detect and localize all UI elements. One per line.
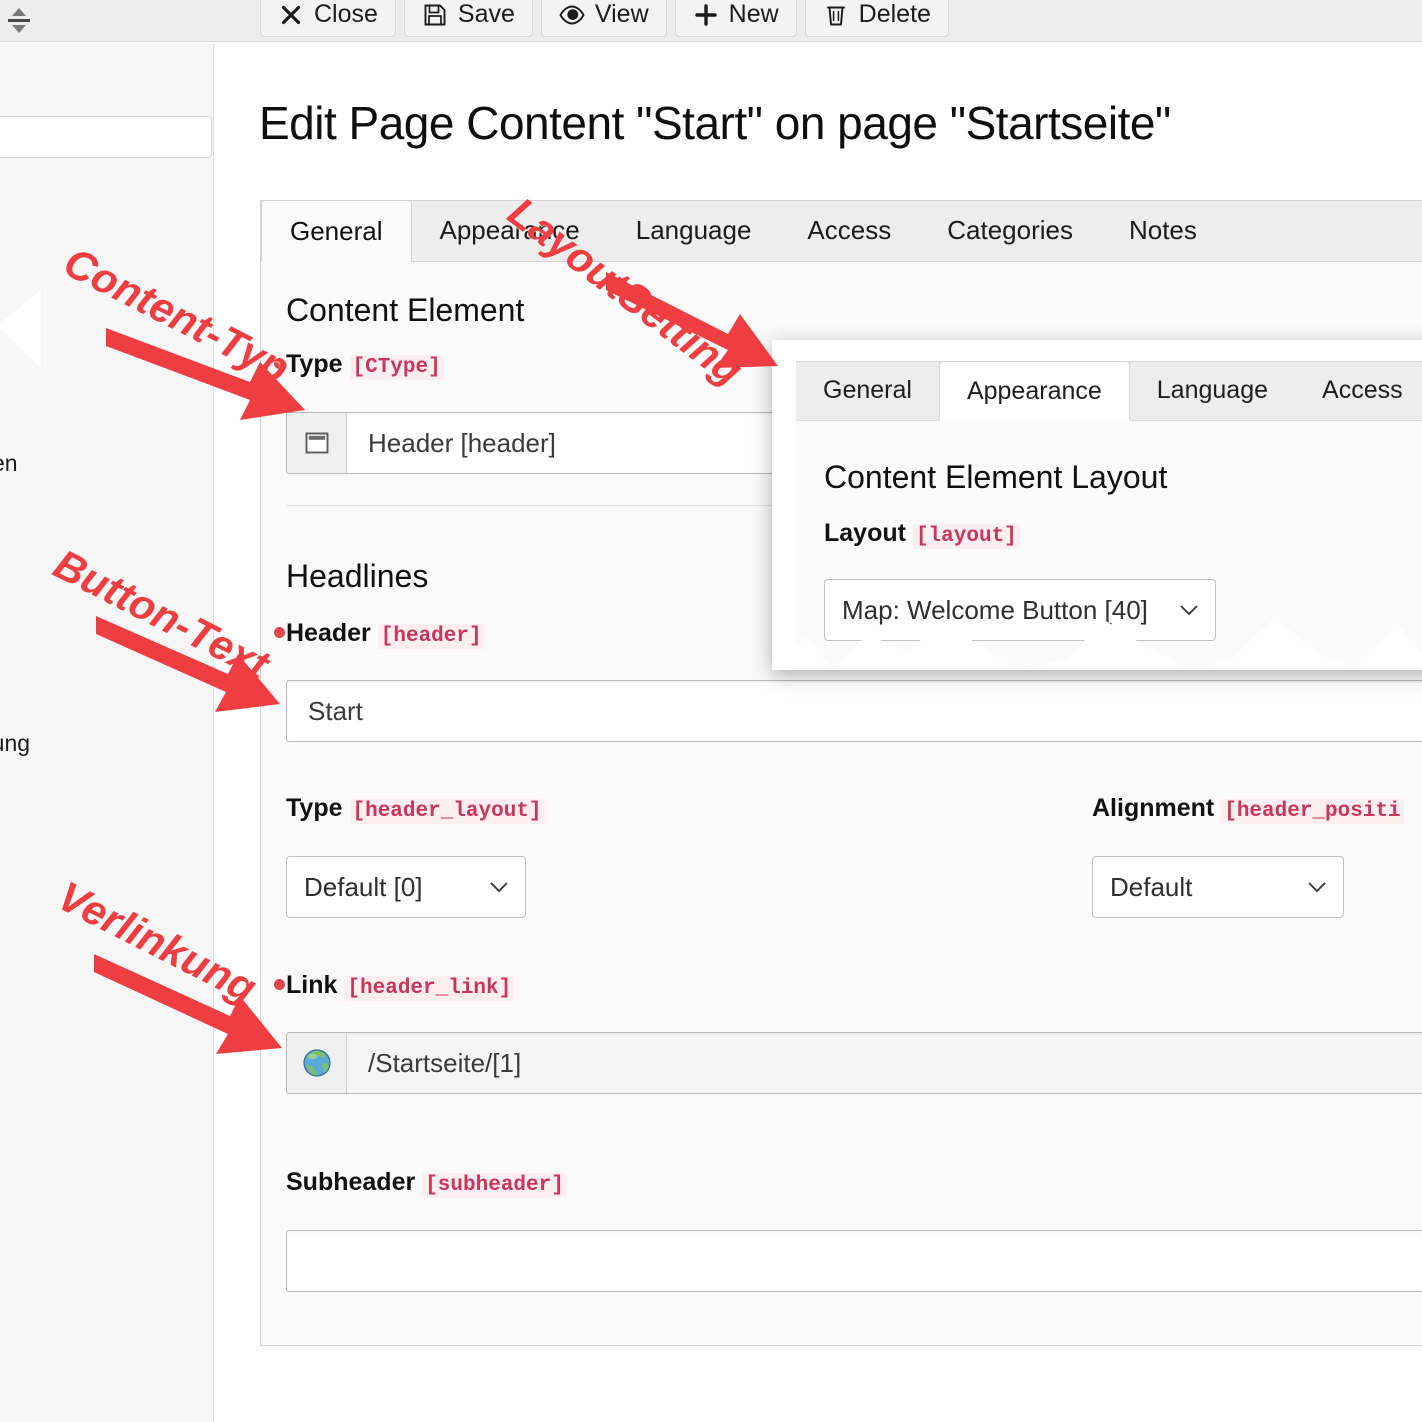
trash-icon xyxy=(823,2,849,28)
field-label-ctype: Type [CType] xyxy=(286,350,444,380)
save-icon xyxy=(422,2,448,28)
field-label-subheader: Subheader [subheader] xyxy=(286,1168,567,1198)
callout-appearance-panel: General Appearance Language Access Conte… xyxy=(772,340,1422,670)
tab-language-label: Language xyxy=(635,214,752,245)
required-indicator-ctype xyxy=(274,358,285,369)
tab-language[interactable]: Language xyxy=(608,199,780,261)
delete-button-label: Delete xyxy=(858,0,931,28)
field-label-header-layout-text: Type xyxy=(286,794,343,822)
toolbar-button-group: Close Save View New Delete xyxy=(260,0,949,37)
view-button[interactable]: View xyxy=(540,0,667,37)
page-title: Edit Page Content "Start" on page "Start… xyxy=(259,97,1171,149)
required-indicator-header xyxy=(274,627,285,638)
header-layout-select[interactable]: Default [0] xyxy=(286,856,526,918)
field-label-header-position: Alignment [header_positi xyxy=(1092,794,1404,824)
close-button-label: Close xyxy=(314,0,378,28)
tab-appearance[interactable]: Appearance xyxy=(412,199,608,261)
content-header-icon xyxy=(287,413,347,473)
ctype-field-value: Header [header] xyxy=(368,427,556,458)
tab-access[interactable]: Access xyxy=(779,199,919,261)
search-input[interactable] xyxy=(0,116,212,158)
save-button-label: Save xyxy=(457,0,515,28)
chevron-down-icon xyxy=(490,882,508,893)
header-layout-value: Default [0] xyxy=(304,871,423,902)
section-title-headlines: Headlines xyxy=(286,558,429,594)
callout-section-title: Content Element Layout xyxy=(824,459,1168,495)
callout-field-label-layout-text: Layout xyxy=(824,519,906,547)
tab-notes[interactable]: Notes xyxy=(1101,199,1225,261)
callout-tab-appearance[interactable]: Appearance xyxy=(938,361,1130,421)
field-code-header-layout: [header_layout] xyxy=(349,799,545,824)
tab-general[interactable]: General xyxy=(261,200,412,262)
required-indicator-link xyxy=(274,979,285,990)
typo3-backend-screen: en rung Close Sa xyxy=(0,0,1422,1422)
new-button[interactable]: New xyxy=(674,0,797,37)
header-position-value: Default xyxy=(1110,871,1193,902)
callout-tab-language[interactable]: Language xyxy=(1130,360,1295,420)
form-tabbar: General Appearance Language Access Categ… xyxy=(260,200,1422,262)
header-link-value: /Startseite/[1] xyxy=(368,1047,522,1078)
field-code-subheader: [subheader] xyxy=(422,1173,567,1198)
field-label-subheader-text: Subheader xyxy=(286,1168,416,1196)
header-link-input[interactable]: /Startseite/[1] xyxy=(286,1032,1422,1094)
eye-icon xyxy=(559,2,585,28)
field-label-header-link: Link [header_link] xyxy=(286,971,515,1001)
callout-tab-access[interactable]: Access xyxy=(1295,360,1422,420)
callout-body: Content Element Layout Layout [layout] Ma… xyxy=(796,421,1422,670)
close-button[interactable]: Close xyxy=(260,0,396,37)
docheader-toolbar: Close Save View New Delete xyxy=(0,0,1422,42)
tab-categories[interactable]: Categories xyxy=(919,199,1101,261)
field-code-ctype: [CType] xyxy=(349,355,444,380)
callout-layout-select[interactable]: Map: Welcome Button [40] xyxy=(824,579,1216,641)
field-label-header-link-text: Link xyxy=(286,971,338,999)
resize-handle-icon[interactable] xyxy=(6,2,32,38)
header-input[interactable]: Start xyxy=(286,680,1422,742)
tab-categories-label: Categories xyxy=(947,214,1073,245)
view-button-label: View xyxy=(594,0,649,28)
tab-notes-label: Notes xyxy=(1128,214,1197,245)
tab-general-label: General xyxy=(290,215,383,246)
callout-tab-language-label: Language xyxy=(1156,375,1269,404)
header-input-value: Start xyxy=(308,695,363,726)
save-button[interactable]: Save xyxy=(403,0,533,37)
section-title-content-element: Content Element xyxy=(286,292,525,328)
plus-icon xyxy=(693,2,719,28)
subheader-input[interactable] xyxy=(286,1230,1422,1292)
field-label-header: Header [header] xyxy=(286,619,485,649)
globe-icon xyxy=(287,1033,347,1093)
delete-button[interactable]: Delete xyxy=(804,0,949,37)
sidebar-module-column: en rung xyxy=(0,44,214,1422)
chevron-down-icon xyxy=(1308,882,1326,893)
callout-tabbar: General Appearance Language Access xyxy=(796,361,1422,421)
field-label-header-position-text: Alignment xyxy=(1092,794,1215,822)
tab-appearance-label: Appearance xyxy=(439,214,580,245)
callout-tab-general-label: General xyxy=(823,375,912,404)
callout-tab-appearance-label: Appearance xyxy=(966,376,1102,405)
field-label-header-layout: Type [header_layout] xyxy=(286,794,545,824)
tab-access-label: Access xyxy=(807,214,892,245)
callout-layout-value: Map: Welcome Button [40] xyxy=(842,594,1148,625)
field-code-header: [header] xyxy=(377,624,485,649)
field-label-header-text: Header xyxy=(286,619,371,647)
header-position-select[interactable]: Default xyxy=(1092,856,1344,918)
field-label-ctype-text: Type xyxy=(286,350,343,378)
callout-field-code-layout: [layout] xyxy=(912,524,1020,549)
close-icon xyxy=(278,2,304,28)
new-button-label: New xyxy=(728,0,779,28)
field-code-header-link: [header_link] xyxy=(344,976,515,1001)
field-code-header-position: [header_positi xyxy=(1221,799,1404,824)
chevron-down-icon xyxy=(1180,605,1198,616)
sidebar-menu-fragment-2[interactable]: rung xyxy=(0,730,30,757)
callout-tab-general[interactable]: General xyxy=(796,360,939,420)
sidebar-menu-fragment-1[interactable]: en xyxy=(0,450,18,477)
callout-tab-access-label: Access xyxy=(1322,375,1403,404)
callout-field-label-layout: Layout [layout] xyxy=(824,519,1020,549)
